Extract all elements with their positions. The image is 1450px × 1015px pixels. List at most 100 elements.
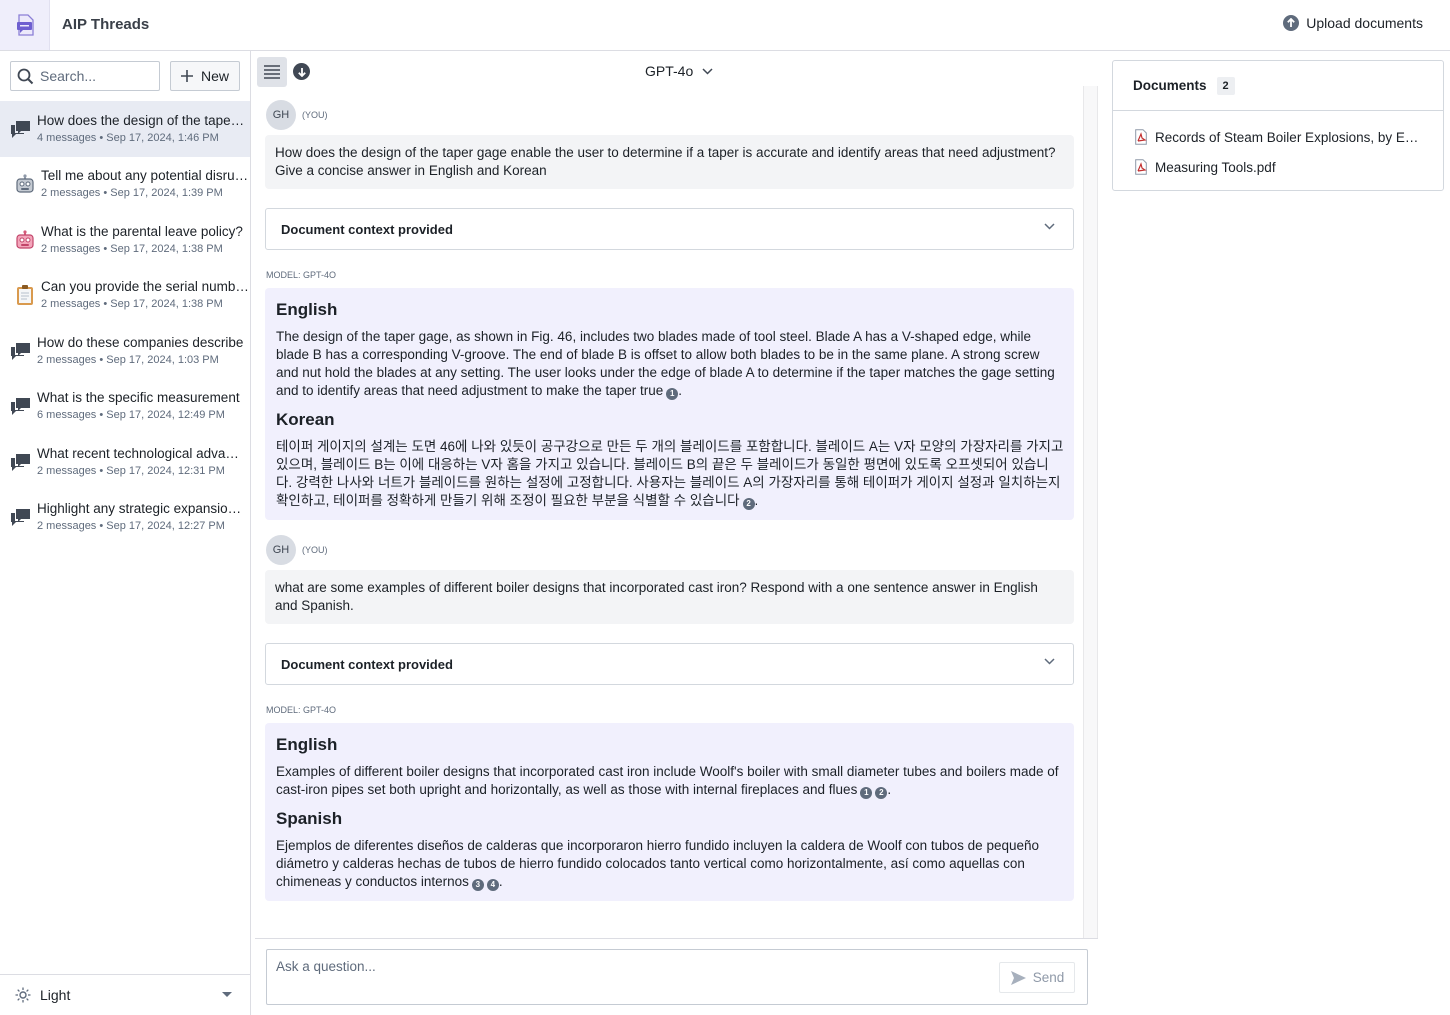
thread-item[interactable]: Tell me about any potential disruptions … (0, 157, 250, 213)
conversation[interactable]: GH (YOU) How does the design of the tape… (255, 88, 1085, 938)
answer-text: Ejemplos de diferentes diseños de calder… (276, 838, 1039, 889)
user-question: How does the design of the taper gage en… (265, 135, 1074, 189)
document-item[interactable]: Records of Steam Boiler Explosions, by E… (1113, 122, 1443, 152)
you-label: (YOU) (302, 545, 328, 555)
answer-text: The design of the taper gage, as shown i… (276, 329, 1055, 398)
send-button[interactable]: Send (999, 962, 1075, 993)
toggle-thread-list-button[interactable] (257, 57, 287, 87)
download-button[interactable] (293, 63, 310, 80)
answer-section-heading: English (276, 300, 338, 319)
threads-sidebar: New How does the design of the taper gag… (0, 51, 251, 1015)
thread-item[interactable]: How do these companies describe 2 messag… (0, 323, 250, 379)
document-context-toggle[interactable]: Document context provided (265, 643, 1074, 685)
caret-down-icon (222, 992, 232, 997)
thread-meta: 4 messages • Sep 17, 2024, 1:46 PM (37, 131, 219, 144)
upload-documents-button[interactable]: Upload documents (1283, 15, 1423, 31)
thread-title: Can you provide the serial numbers (41, 279, 249, 295)
send-icon (1010, 970, 1026, 985)
thread-meta: 2 messages • Sep 17, 2024, 1:38 PM (41, 298, 223, 311)
document-context-label: Document context provided (281, 656, 453, 672)
thread-title: What is the parental leave policy? (41, 223, 243, 239)
top-bar: AIP Threads Upload documents (0, 0, 1450, 51)
app-title: AIP Threads (62, 16, 150, 33)
user-message-header: GH (YOU) (266, 535, 1085, 565)
chat-bubbles-icon (9, 394, 33, 418)
chat-toolbar: GPT-4o (251, 51, 1101, 89)
thread-meta: 2 messages • Sep 17, 2024, 1:38 PM (41, 242, 223, 255)
thread-meta: 2 messages • Sep 17, 2024, 1:03 PM (37, 353, 219, 366)
answer-section-text: Examples of different boiler designs tha… (276, 764, 1059, 799)
documents-list: Records of Steam Boiler Explosions, by E… (1113, 111, 1443, 182)
new-thread-label: New (200, 68, 229, 84)
answer-text: 테이퍼 게이지의 설계는 도면 46에 나와 있듯이 공구강으로 만든 두 개의… (276, 439, 1064, 508)
thread-meta: 2 messages • Sep 17, 2024, 12:31 PM (37, 464, 225, 477)
model-selector[interactable]: GPT-4o (645, 63, 713, 79)
model-label: MODEL: GPT-4O (266, 270, 337, 280)
robot-pink-icon (13, 228, 37, 252)
chevron-down-icon (1044, 223, 1055, 230)
user-question: what are some examples of different boil… (265, 570, 1074, 624)
pdf-icon (1135, 129, 1147, 145)
upload-arrow-icon (1283, 15, 1300, 31)
citation-badge[interactable]: 2 (875, 787, 888, 799)
chat-bubbles-icon (9, 450, 33, 474)
robot-gray-icon (13, 172, 37, 196)
citation-badge[interactable]: 1 (860, 787, 873, 799)
theme-selector[interactable]: Light (0, 974, 250, 1015)
thread-item[interactable]: What recent technological advancements 2… (0, 434, 250, 490)
send-label: Send (1032, 970, 1065, 985)
answer-section-text: 테이퍼 게이지의 설계는 도면 46에 나와 있듯이 공구강으로 만든 두 개의… (276, 439, 1064, 510)
thread-item[interactable]: What is the parental leave policy? 2 mes… (0, 212, 250, 268)
citation-badge[interactable]: 4 (486, 879, 499, 891)
assistant-answer: English Examples of different boiler des… (265, 723, 1074, 901)
search-field[interactable] (10, 61, 160, 91)
thread-title: What recent technological advancements (37, 445, 245, 461)
documents-header: Documents 2 (1113, 61, 1443, 111)
thread-meta: 6 messages • Sep 17, 2024, 12:49 PM (37, 409, 225, 422)
theme-label: Light (40, 987, 71, 1003)
answer-section-heading: Korean (276, 410, 335, 429)
chat-scrollbar[interactable] (1083, 86, 1098, 938)
assistant-answer: English The design of the taper gage, as… (265, 288, 1074, 520)
thread-title: How do these companies describe (37, 334, 244, 350)
chat-bubbles-icon (9, 505, 33, 529)
citation-badge[interactable]: 1 (666, 388, 679, 400)
chevron-down-icon (1044, 658, 1055, 665)
model-label: MODEL: GPT-4O (266, 705, 337, 715)
documents-title: Documents (1133, 78, 1207, 93)
search-icon (17, 68, 34, 84)
avatar: GH (266, 100, 296, 130)
upload-documents-label: Upload documents (1306, 15, 1423, 31)
new-thread-button[interactable]: New (170, 61, 240, 91)
thread-title: Tell me about any potential disruptions (41, 168, 249, 184)
citation-badge[interactable]: 2 (742, 498, 755, 510)
you-label: (YOU) (302, 110, 328, 120)
thread-item[interactable]: Can you provide the serial numbers 2 mes… (0, 268, 250, 324)
answer-section-heading: Spanish (276, 809, 343, 828)
documents-panel: Documents 2 Records of Steam Boiler Expl… (1112, 60, 1444, 191)
thread-list: How does the design of the taper gage en… (0, 101, 250, 545)
thread-meta: 2 messages • Sep 17, 2024, 1:39 PM (41, 187, 223, 200)
answer-section-text: Ejemplos de diferentes diseños de calder… (276, 838, 1039, 891)
search-input[interactable] (40, 68, 150, 84)
pdf-icon (1135, 159, 1147, 175)
document-item[interactable]: Measuring Tools.pdf (1113, 152, 1443, 182)
user-message-header: GH (YOU) (266, 100, 1085, 130)
sun-icon (15, 987, 31, 1003)
question-input[interactable] (276, 959, 996, 995)
thread-title: Highlight any strategic expansion plans (37, 501, 245, 517)
app-logo (0, 0, 50, 50)
citation-badge[interactable]: 3 (471, 879, 484, 891)
document-name: Records of Steam Boiler Explosions, by E… (1155, 129, 1425, 145)
plus-icon (180, 70, 193, 82)
question-composer: Send (266, 949, 1088, 1005)
list-icon (264, 65, 280, 79)
thread-item[interactable]: How does the design of the taper gage en… (0, 101, 250, 157)
document-context-toggle[interactable]: Document context provided (265, 208, 1074, 250)
thread-item[interactable]: What is the specific measurement 6 messa… (0, 379, 250, 435)
chat-bubbles-icon (9, 339, 33, 363)
avatar: GH (266, 535, 296, 565)
clipboard-icon (13, 283, 37, 307)
thread-item[interactable]: Highlight any strategic expansion plans … (0, 490, 250, 546)
thread-meta: 2 messages • Sep 17, 2024, 12:27 PM (37, 520, 225, 533)
